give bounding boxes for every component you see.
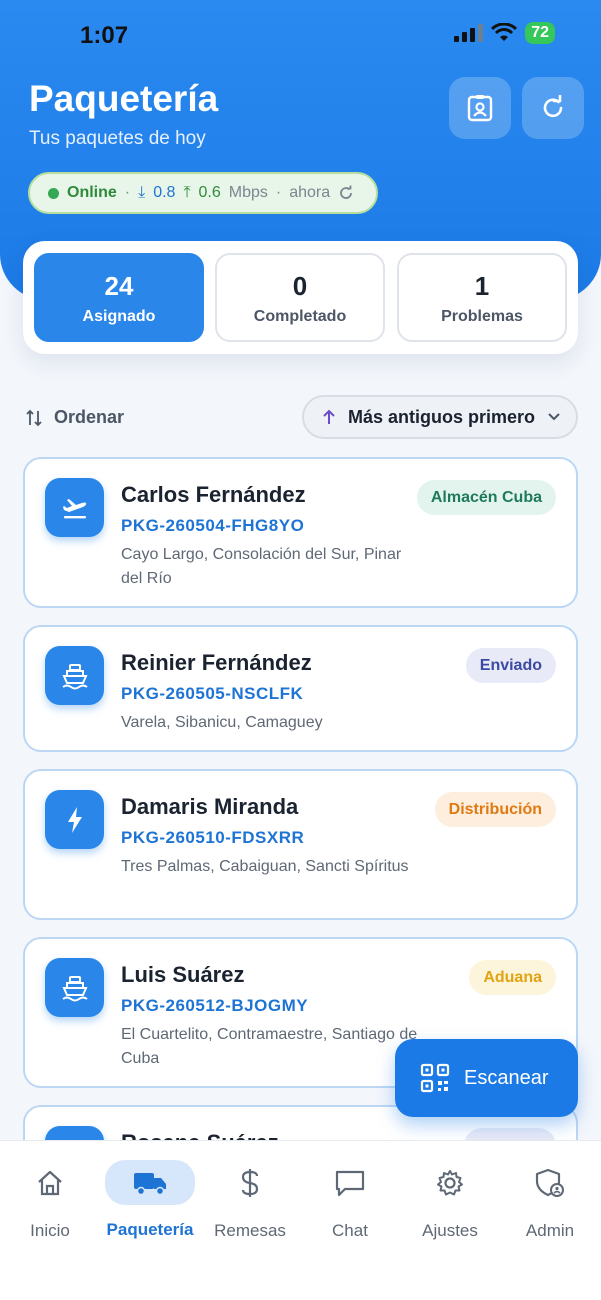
stat-value: 24 (104, 271, 134, 301)
stat-value: 0 (292, 271, 308, 301)
package-code: PKG-260505-NSCLFK (121, 684, 304, 703)
package-card[interactable]: Reinier Fernández PKG-260505-NSCLFK Vare… (23, 625, 578, 752)
stat-problems[interactable]: 1 Problemas (397, 253, 567, 342)
signal-icon (454, 24, 484, 42)
tab-ajustes[interactable]: Ajustes (400, 1163, 500, 1241)
package-icon-tile (45, 958, 104, 1017)
online-dot (48, 187, 59, 199)
status-badge: Aduana (469, 960, 556, 995)
package-code: PKG-260510-FDSXRR (121, 828, 305, 847)
sort-dropdown[interactable]: Más antiguos primero (302, 395, 578, 439)
network-status-pill[interactable]: Online · ⤓ 0.8 ⤒ 0.6 Mbps · ahora (28, 172, 378, 214)
qr-scan-icon (420, 1063, 450, 1093)
rate-unit: Mbps (228, 184, 268, 201)
upload-arrow-icon: ⤒ (183, 184, 191, 201)
separator: · (124, 184, 131, 201)
ship-icon (61, 975, 88, 1001)
tab-label: Admin (525, 1221, 575, 1240)
scan-label: Escanear (464, 1066, 549, 1089)
package-code: PKG-260504-FHG8YO (121, 516, 305, 535)
stat-label: Problemas (441, 308, 523, 325)
tab-remesas[interactable]: Remesas (200, 1163, 300, 1241)
status-badge: Almacén Cuba (416, 480, 556, 515)
page-subtitle: Tus paquetes de hoy (29, 128, 206, 149)
tab-label: Inicio (30, 1221, 70, 1240)
status-bar: 1:07 72 (0, 0, 601, 72)
sort-value: Más antiguos primero (348, 406, 536, 427)
sort-label-group: Ordenar (26, 407, 124, 428)
download-rate: 0.8 (153, 184, 176, 201)
stat-assigned[interactable]: 24 Asignado (34, 253, 204, 342)
status-badge: Distribución (434, 792, 556, 827)
wifi-icon (491, 23, 518, 41)
stat-value: 1 (474, 271, 490, 301)
sort-arrows-icon (26, 409, 42, 426)
recipient-name: Damaris Miranda (121, 794, 299, 819)
recipient-name: Carlos Fernández (121, 482, 306, 507)
gear-icon (437, 1170, 463, 1196)
stat-label: Asignado (82, 308, 156, 325)
package-code: PKG-260512-BJOGMY (121, 996, 309, 1015)
system-icons: 72 (453, 22, 555, 44)
ship-icon (61, 663, 88, 689)
tab-inicio[interactable]: Inicio (0, 1163, 100, 1241)
arrow-up-icon (323, 409, 335, 424)
package-address: Varela, Sibanicu, Camaguey (121, 714, 323, 731)
recipient-name: Luis Suárez (121, 962, 245, 987)
stat-completed[interactable]: 0 Completado (215, 253, 385, 342)
network-status: Online (67, 184, 117, 201)
package-icon-tile (45, 790, 104, 849)
page-title: Paquetería (29, 78, 219, 119)
reload-icon (340, 185, 353, 199)
truck-icon (134, 1172, 166, 1195)
last-updated: ahora (289, 184, 331, 201)
scan-button[interactable]: Escanear (395, 1039, 578, 1117)
admin-shield-icon (535, 1168, 564, 1197)
status-time: 1:07 (80, 22, 129, 49)
chevron-down-icon (548, 413, 560, 421)
refresh-button[interactable] (522, 77, 584, 139)
tab-chat[interactable]: Chat (300, 1163, 400, 1241)
chat-icon (335, 1170, 365, 1197)
bolt-icon (67, 806, 82, 833)
refresh-icon (543, 95, 563, 118)
badge-id-button[interactable] (449, 77, 511, 139)
package-address: Tres Palmas, Cabaiguan, Sancti Spíritus (121, 858, 409, 875)
status-badge: Enviado (465, 648, 556, 683)
stats-panel: 24 Asignado 0 Completado 1 Problemas (23, 241, 578, 354)
download-arrow-icon: ⤓ (138, 184, 146, 201)
tab-admin[interactable]: Admin (500, 1163, 600, 1241)
stat-label: Completado (253, 308, 347, 325)
tab-paqueteria[interactable]: Paquetería (100, 1160, 200, 1240)
package-address: El Cuartelito, Contramaestre, Santiago d… (121, 1026, 418, 1067)
sort-row: Ordenar Más antiguos primero (26, 395, 578, 439)
recipient-name: Reinier Fernández (121, 650, 312, 675)
plane-icon (62, 498, 86, 518)
home-icon (38, 1170, 62, 1196)
tab-label: Remesas (214, 1221, 286, 1240)
tab-label: Chat (332, 1221, 368, 1240)
dollar-icon (241, 1169, 259, 1197)
package-icon-tile (45, 478, 104, 537)
tab-label: Paquetería (106, 1220, 194, 1239)
package-card[interactable]: Damaris Miranda PKG-260510-FDSXRR Tres P… (23, 769, 578, 920)
tab-label: Ajustes (422, 1221, 478, 1240)
sort-label: Ordenar (54, 407, 125, 427)
upload-rate: 0.6 (198, 184, 221, 201)
id-badge-icon (467, 95, 493, 122)
package-card[interactable]: Carlos Fernández PKG-260504-FHG8YO Cayo … (23, 457, 578, 608)
battery-indicator: 72 (525, 22, 555, 44)
separator: · (275, 184, 282, 201)
bottom-tab-bar: Inicio Paquetería Remesas Chat Ajustes A… (0, 1140, 601, 1300)
package-icon-tile (45, 646, 104, 705)
package-address: Cayo Largo, Consolación del Sur, Pinar d… (121, 546, 402, 587)
